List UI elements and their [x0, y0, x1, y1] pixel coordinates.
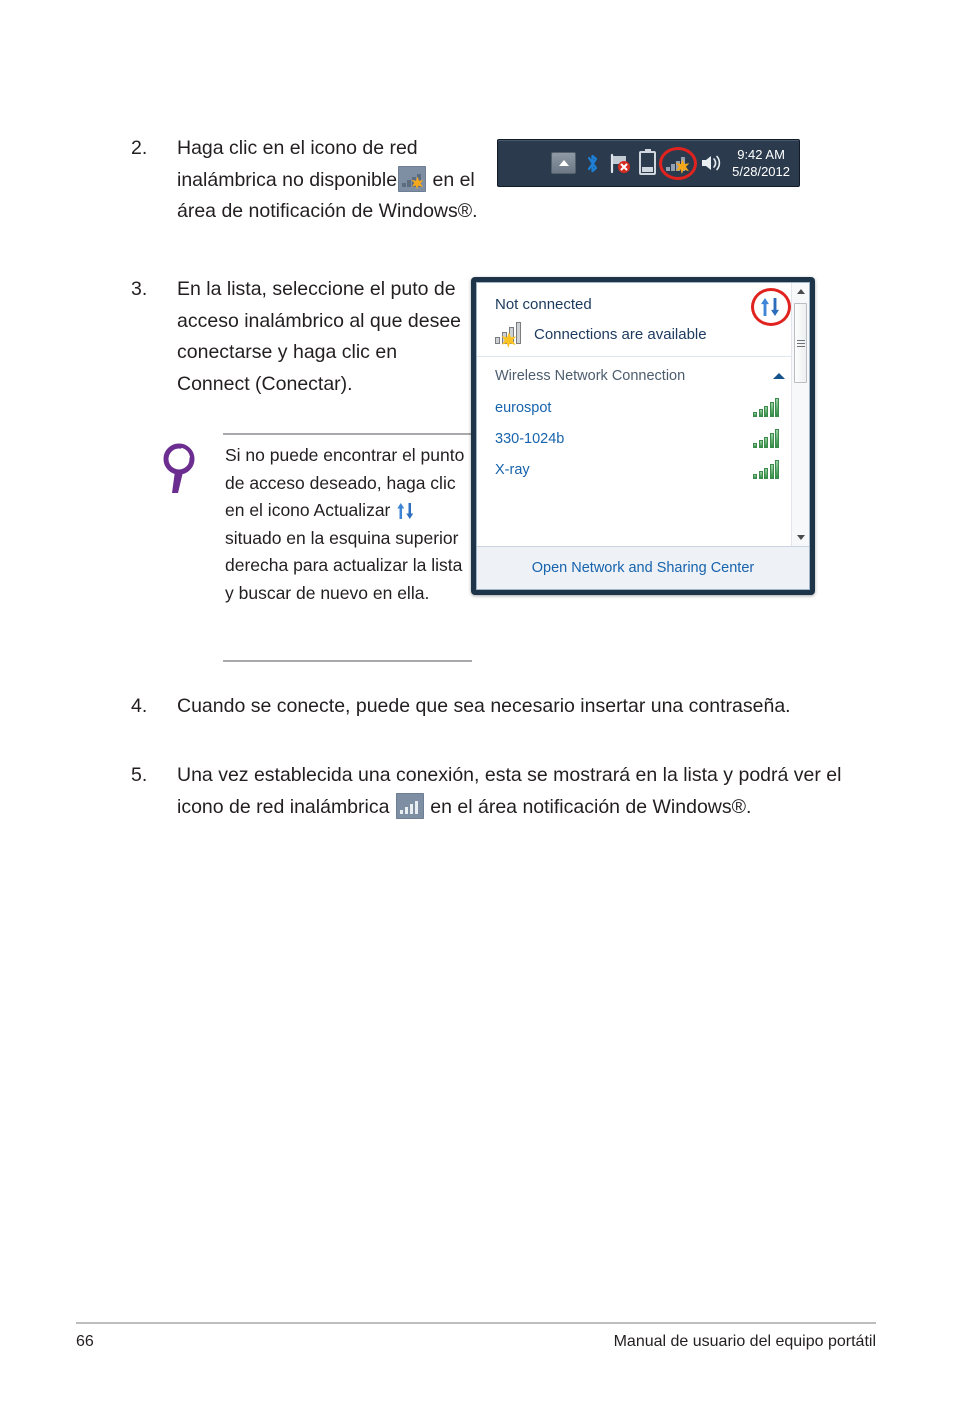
note-text: Si no puede encontrar el punto de acceso… — [225, 442, 470, 607]
step-text-before: Haga clic en el icono de red inalámbrica… — [177, 137, 418, 191]
group-label: Wireless Network Connection — [495, 368, 686, 384]
network-flag-error-icon[interactable] — [609, 153, 631, 174]
note-text-before: Si no puede encontrar el punto de acceso… — [225, 445, 465, 520]
signal-strength-icon — [753, 398, 779, 417]
network-list-item[interactable]: eurospot — [477, 392, 809, 423]
step-item-3: 3. En la lista, seleccione el puto de ac… — [131, 274, 461, 400]
step-text: Haga clic en el icono de red inalámbrica… — [177, 133, 481, 228]
refresh-icon[interactable] — [751, 288, 791, 326]
network-list-scrollbar[interactable] — [791, 283, 809, 546]
wireless-unavailable-icon — [398, 165, 427, 192]
scroll-up-arrow-icon[interactable] — [792, 283, 809, 300]
scrollbar-thumb[interactable] — [794, 303, 807, 383]
footer-divider — [76, 1322, 876, 1324]
step-text: Una vez establecida una conexión, esta s… — [177, 760, 851, 823]
wireless-unavailable-icon[interactable] — [659, 147, 698, 180]
wireless-unavailable-icon — [495, 322, 525, 348]
network-ssid: 330-1024b — [495, 430, 565, 447]
connection-status-label: Not connected — [495, 296, 592, 313]
scrollbar-track[interactable] — [792, 300, 809, 529]
refresh-icon — [396, 501, 415, 520]
notification-area — [551, 147, 728, 180]
step-text-after: en el área notificación de Windows®. — [430, 795, 752, 818]
step-item-5: 5. Una vez establecida una conexión, est… — [131, 760, 851, 823]
page-footer: 66 Manual de usuario del equipo portátil — [76, 1333, 876, 1351]
connections-available-row: Connections are available — [495, 322, 795, 348]
chevron-up-icon — [558, 160, 569, 166]
step-text: Cuando se conecte, puede que sea necesar… — [177, 695, 791, 717]
network-list-item[interactable]: X-ray — [477, 454, 809, 485]
signal-strength-icon — [753, 429, 779, 448]
connections-available-label: Connections are available — [534, 325, 707, 343]
chevron-up-icon[interactable] — [773, 373, 785, 379]
bluetooth-icon[interactable] — [585, 153, 600, 174]
show-hidden-icons-button[interactable] — [551, 152, 577, 174]
windows-taskbar-screenshot: 9:42 AM 5/28/2012 — [497, 139, 800, 187]
scroll-down-arrow-icon[interactable] — [792, 529, 809, 546]
page-number: 66 — [76, 1333, 94, 1350]
step-item-4: 4. Cuando se conecte, puede que sea nece… — [131, 691, 851, 723]
network-ssid: eurospot — [495, 399, 552, 416]
signal-strength-icon — [753, 460, 779, 479]
note-divider-top — [223, 433, 472, 435]
step-number: 4. — [131, 695, 148, 717]
document-page: 2. Haga clic en el icono de red inalámbr… — [0, 0, 954, 1418]
step-number: 5. — [131, 764, 148, 786]
clock-date: 5/28/2012 — [732, 164, 790, 179]
wireless-network-connection-group[interactable]: Wireless Network Connection — [477, 357, 809, 392]
note-divider-bottom — [223, 660, 472, 662]
open-network-sharing-center-link[interactable]: Open Network and Sharing Center — [477, 546, 809, 589]
wireless-connected-icon — [395, 792, 424, 819]
network-status-section: Not connected Connections are available — [477, 283, 809, 357]
network-ssid: X-ray — [495, 461, 530, 478]
network-flyout-frame: Not connected Connections are available — [476, 282, 810, 590]
step-number: 3. — [131, 278, 148, 300]
clock-time: 9:42 AM — [737, 147, 785, 162]
magnifier-tip-icon — [162, 443, 202, 495]
network-flyout-screenshot: Not connected Connections are available — [471, 277, 815, 595]
step-item-2: 2. Haga clic en el icono de red inalámbr… — [131, 133, 481, 228]
speaker-icon[interactable] — [700, 153, 722, 173]
network-list-item[interactable]: 330-1024b — [477, 423, 809, 454]
scrollbar-grip-icon — [796, 339, 805, 347]
note-text-after: situado en la esquina superior derecha p… — [225, 527, 463, 603]
manual-title: Manual de usuario del equipo portátil — [613, 1333, 876, 1350]
network-list-body: Not connected Connections are available — [477, 283, 809, 546]
taskbar-clock[interactable]: 9:42 AM 5/28/2012 — [728, 146, 799, 180]
step-number: 2. — [131, 137, 148, 159]
step-text: En la lista, seleccione el puto de acces… — [177, 278, 462, 395]
battery-icon[interactable] — [639, 151, 657, 175]
